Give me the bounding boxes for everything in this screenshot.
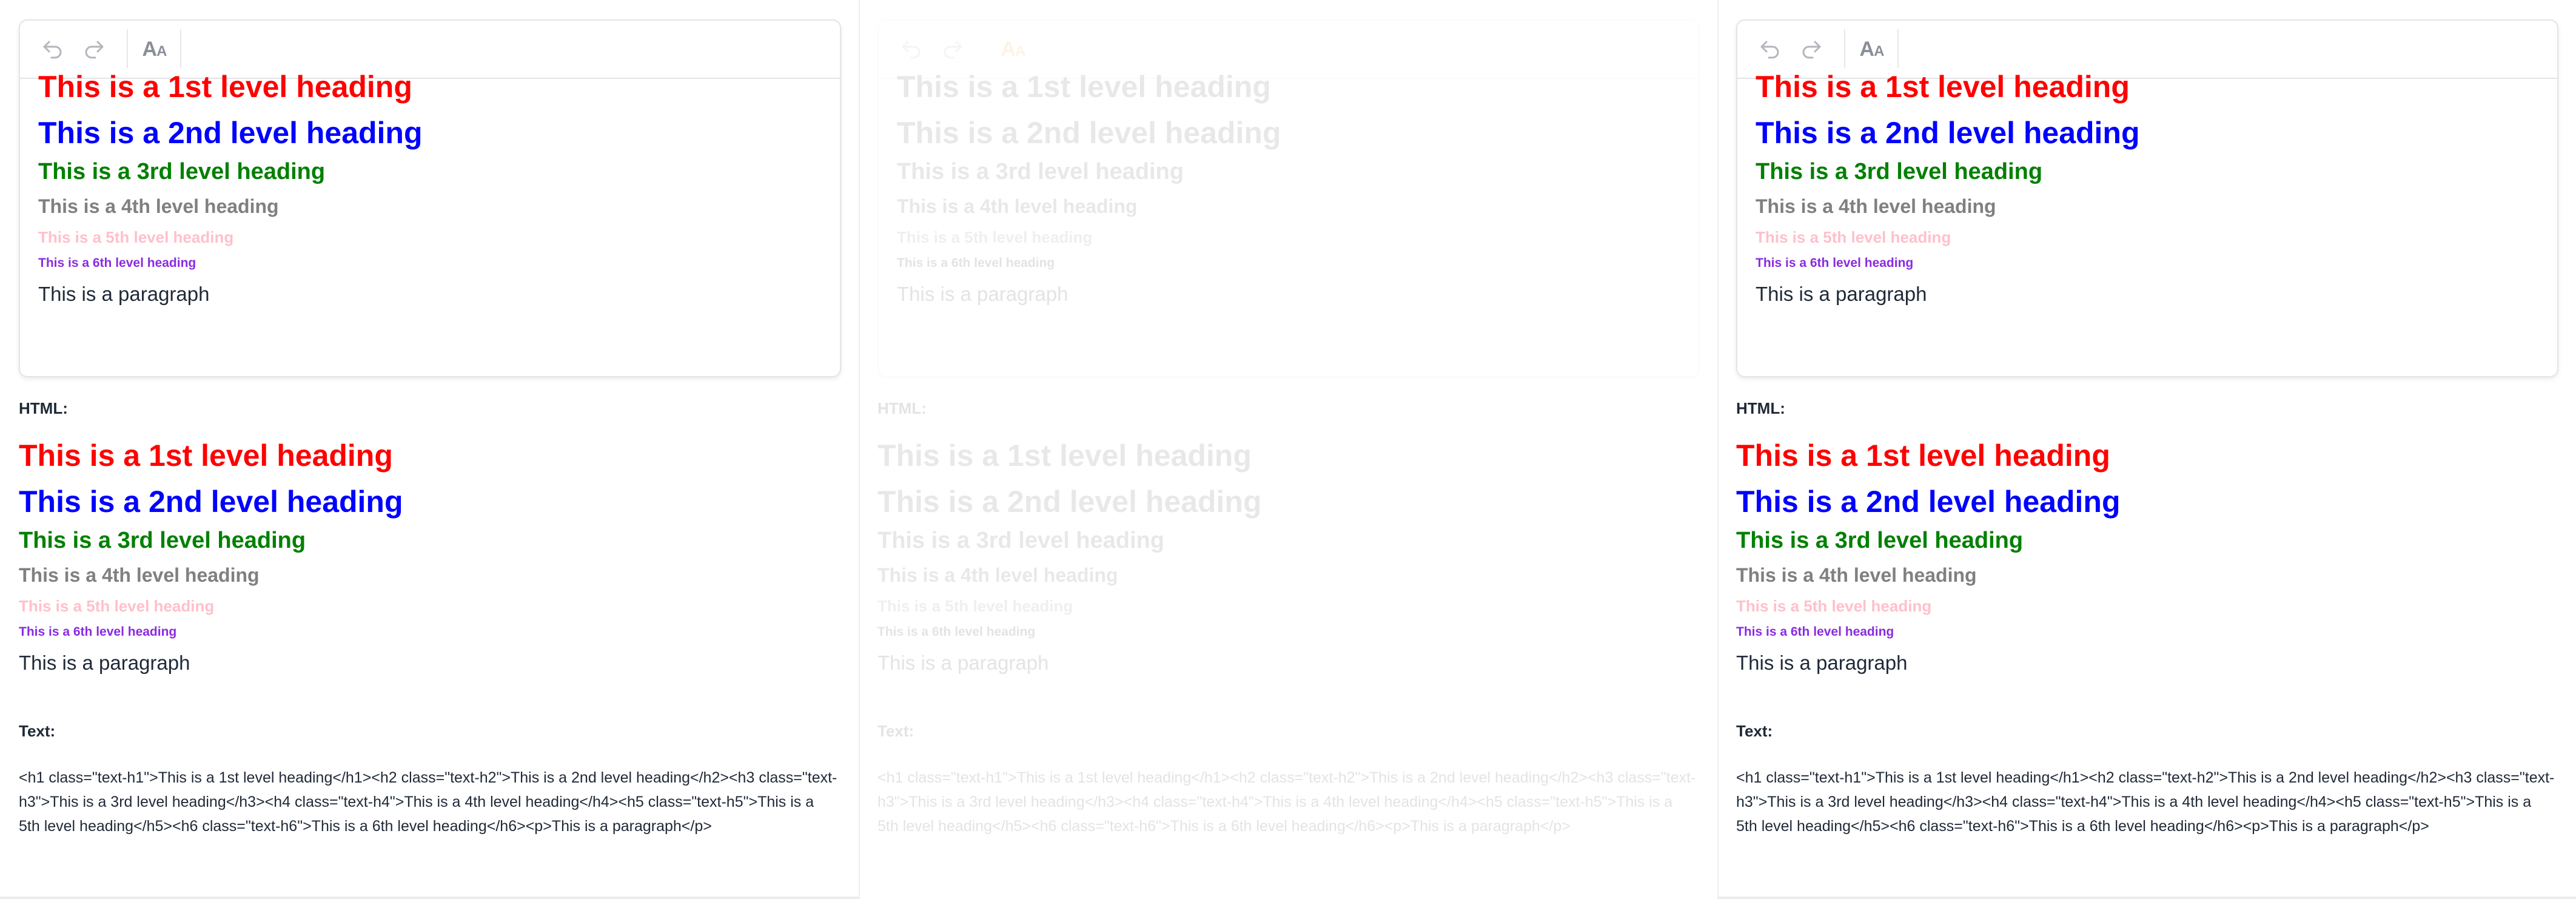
paragraph: This is a paragraph (877, 652, 1049, 674)
heading-2: This is a 2nd level heading (877, 485, 1262, 519)
source-text: <h1 class="text-h1">This is a 1st level … (1736, 769, 2555, 835)
heading-4: This is a 4th level heading (877, 564, 1118, 586)
text-label: Text: (1736, 722, 1773, 740)
paragraph: This is a paragraph (19, 652, 190, 674)
heading-6: This is a 6th level heading (19, 625, 177, 639)
paragraph: This is a paragraph (1736, 652, 1908, 674)
panel-divider (1717, 0, 1719, 899)
heading-6: This is a 6th level heading (877, 625, 1036, 639)
heading-3: This is a 3rd level heading (19, 528, 306, 553)
panel-divider (859, 0, 860, 899)
heading-1: This is a 1st level heading (877, 439, 1252, 473)
heading-4: This is a 4th level heading (1736, 564, 1977, 586)
heading-3: This is a 3rd level heading (877, 528, 1165, 553)
heading-1: This is a 1st level heading (19, 439, 393, 473)
text-label: Text: (19, 722, 56, 740)
output-preview: HTML: This is a 1st level heading This i… (877, 0, 1717, 899)
html-label: HTML: (1736, 399, 1785, 417)
panel-bottom-edge (0, 897, 860, 899)
output-preview: HTML: This is a 1st level heading This i… (19, 0, 859, 899)
heading-3: This is a 3rd level heading (1736, 528, 2024, 553)
html-label: HTML: (877, 399, 927, 417)
editor-panel-3: AA This is a 1st level heading This is a… (1736, 0, 2576, 899)
editor-panel-1: AA This is a 1st level heading This is a… (19, 0, 859, 899)
source-text: <h1 class="text-h1">This is a 1st level … (19, 769, 837, 835)
heading-5: This is a 5th level heading (877, 597, 1073, 615)
heading-2: This is a 2nd level heading (1736, 485, 2121, 519)
panel-bottom-edge (1717, 897, 2576, 899)
heading-6: This is a 6th level heading (1736, 625, 1894, 639)
heading-4: This is a 4th level heading (19, 564, 260, 586)
text-label: Text: (877, 722, 914, 740)
source-text: <h1 class="text-h1">This is a 1st level … (877, 769, 1696, 835)
heading-5: This is a 5th level heading (19, 597, 215, 615)
html-label: HTML: (19, 399, 68, 417)
heading-5: This is a 5th level heading (1736, 597, 1932, 615)
heading-2: This is a 2nd level heading (19, 485, 403, 519)
output-preview: HTML: This is a 1st level heading This i… (1736, 0, 2576, 899)
editor-panel-2: AA This is a 1st level heading This is a… (877, 0, 1717, 899)
heading-1: This is a 1st level heading (1736, 439, 2110, 473)
